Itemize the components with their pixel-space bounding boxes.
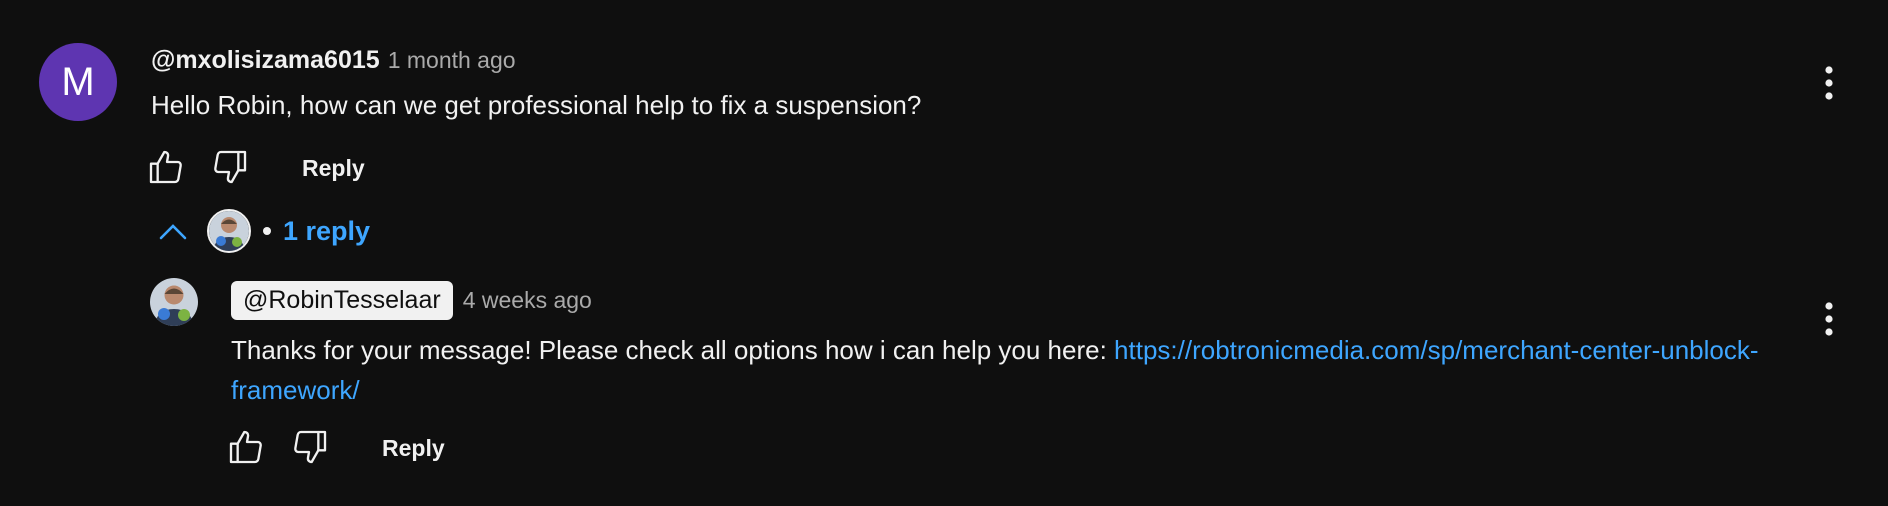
comment-time[interactable]: 1 month ago <box>388 47 516 74</box>
comment-menu-button[interactable] <box>1814 61 1844 105</box>
avatar[interactable]: M <box>39 43 117 121</box>
reply-like-button[interactable] <box>225 426 267 468</box>
reply-dislike-button[interactable] <box>289 426 331 468</box>
comment-text: Hello Robin, how can we get professional… <box>151 90 922 120</box>
comment-header: @mxolisizama6015 1 month ago <box>151 46 516 75</box>
thumbs-down-icon <box>214 150 247 184</box>
thumbs-down-icon <box>294 430 327 464</box>
reply-author-chip[interactable]: @RobinTesselaar <box>231 281 453 320</box>
reply-time[interactable]: 4 weeks ago <box>463 287 592 314</box>
reply-button[interactable]: Reply <box>302 155 365 182</box>
replies-toggle[interactable]: 1 reply <box>155 209 370 253</box>
reply-avatar[interactable] <box>150 278 198 326</box>
like-button[interactable] <box>145 146 187 188</box>
dislike-button[interactable] <box>209 146 251 188</box>
reply-menu-button[interactable] <box>1814 297 1844 341</box>
reply-avatar-thumb <box>207 209 251 253</box>
reply-header: @RobinTesselaar 4 weeks ago <box>231 281 592 320</box>
replies-count[interactable]: 1 reply <box>283 216 370 247</box>
more-vertical-icon <box>1825 66 1833 100</box>
comment-thread: M @mxolisizama6015 1 month ago Hello Rob… <box>0 0 1888 506</box>
thumbs-up-icon <box>149 150 182 184</box>
chevron-up-icon <box>159 224 187 240</box>
comment-author[interactable]: @mxolisizama6015 <box>151 46 380 75</box>
more-vertical-icon <box>1825 302 1833 336</box>
avatar-letter: M <box>61 59 95 104</box>
reply-reply-button[interactable]: Reply <box>382 435 445 462</box>
thumbs-up-icon <box>229 430 262 464</box>
separator-dot <box>263 227 271 235</box>
reply-text: Thanks for your message! Please check al… <box>231 330 1801 410</box>
reply-text-body: Thanks for your message! Please check al… <box>231 335 1115 365</box>
